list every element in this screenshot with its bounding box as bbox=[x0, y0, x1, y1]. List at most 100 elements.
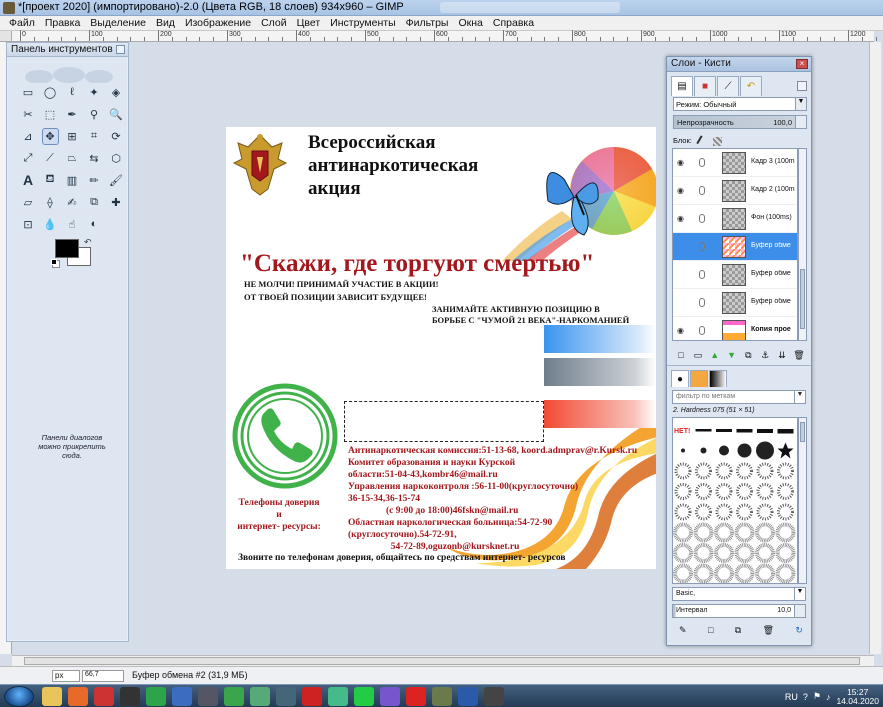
tool-button[interactable]: ✦ bbox=[83, 81, 105, 103]
clock[interactable]: 15:27 14.04.2020 bbox=[836, 687, 879, 706]
menu-item[interactable]: Правка bbox=[40, 16, 85, 29]
default-colors-icon[interactable] bbox=[51, 259, 57, 265]
brush-swatch[interactable] bbox=[755, 563, 775, 583]
brush-swatch[interactable] bbox=[714, 522, 734, 543]
brush-swatch[interactable] bbox=[736, 429, 753, 433]
tool-button[interactable]: ✒ bbox=[61, 103, 83, 125]
brush-swatch[interactable] bbox=[736, 483, 753, 500]
brush-tag-filter[interactable]: фильтр по меткам ▼ bbox=[672, 390, 806, 404]
scrollbar-thumb[interactable] bbox=[24, 657, 860, 665]
menu-item[interactable]: Выделение bbox=[85, 16, 151, 29]
menu-item[interactable]: Изображение bbox=[180, 16, 256, 29]
delete-brush-icon[interactable]: 🗑 bbox=[763, 625, 774, 636]
tab-patterns[interactable] bbox=[690, 370, 708, 387]
vm-app-icon[interactable] bbox=[276, 687, 296, 706]
brush-swatch[interactable] bbox=[695, 483, 712, 500]
brush-swatch[interactable] bbox=[775, 563, 796, 583]
brush-swatch[interactable] bbox=[695, 503, 712, 521]
visibility-eye-icon[interactable]: ◉ bbox=[677, 326, 688, 335]
brush-swatch[interactable] bbox=[715, 503, 733, 521]
new-brush-icon[interactable]: □ bbox=[708, 625, 713, 636]
brush-swatch[interactable] bbox=[734, 522, 755, 543]
brush-swatch[interactable] bbox=[756, 483, 774, 500]
chain-link-icon[interactable] bbox=[699, 242, 705, 251]
scrollbar-thumb[interactable] bbox=[800, 269, 805, 329]
tool-button[interactable]: ℓ bbox=[61, 81, 83, 103]
opacity-slider[interactable]: Непрозрачность 100,0 bbox=[673, 115, 807, 129]
start-button[interactable] bbox=[4, 686, 34, 707]
chain-link-icon[interactable] bbox=[699, 298, 705, 307]
brush-swatch[interactable] bbox=[719, 445, 729, 456]
brush-swatch[interactable] bbox=[777, 442, 794, 459]
brush-swatch[interactable] bbox=[674, 483, 692, 500]
brush-swatch[interactable] bbox=[695, 429, 712, 432]
visibility-eye-icon[interactable] bbox=[677, 242, 688, 250]
tab-menu-button[interactable] bbox=[797, 81, 807, 91]
merge-down-icon[interactable]: ⇊ bbox=[776, 349, 788, 361]
brush-swatch[interactable] bbox=[756, 503, 774, 521]
chain-link-icon[interactable] bbox=[699, 158, 705, 167]
tool-button[interactable]: 🖌 bbox=[105, 169, 127, 191]
brush-swatch[interactable] bbox=[777, 503, 794, 521]
brush-swatch[interactable] bbox=[674, 462, 692, 480]
dock-separator[interactable] bbox=[667, 365, 811, 369]
chain-link-icon[interactable] bbox=[699, 214, 705, 223]
yandex-icon[interactable] bbox=[406, 687, 426, 706]
tool-button[interactable]: ▥ bbox=[61, 169, 83, 191]
lock-pixels-icon[interactable] bbox=[696, 134, 709, 148]
visibility-eye-icon[interactable] bbox=[677, 270, 688, 278]
layer-name[interactable]: Кадр 3 (100m bbox=[751, 158, 797, 165]
visibility-eye-icon[interactable]: ◉ bbox=[677, 158, 688, 167]
chain-link-icon[interactable] bbox=[699, 186, 705, 195]
tool-button[interactable]: ⊞ bbox=[61, 125, 83, 147]
new-layer-group-icon[interactable]: ▭ bbox=[692, 349, 704, 361]
tab-brushes[interactable]: ● bbox=[671, 370, 689, 387]
tool-button[interactable]: ✚ bbox=[105, 191, 127, 213]
brush-swatch[interactable] bbox=[736, 503, 753, 521]
brush-thumbnails[interactable]: НЕТ! bbox=[673, 418, 797, 583]
zoom-select[interactable]: 66,7 bbox=[82, 670, 124, 682]
layer-row[interactable]: ◉ Копия прое bbox=[673, 317, 797, 340]
scrollbar-thumb[interactable] bbox=[800, 422, 805, 442]
language-indicator[interactable]: RU bbox=[785, 692, 798, 702]
visibility-eye-icon[interactable] bbox=[677, 298, 688, 306]
image-canvas[interactable]: Всероссийская антинаркотическая акция "С bbox=[226, 127, 656, 569]
opacity-spinner[interactable] bbox=[795, 116, 806, 128]
tool-button[interactable]: ▱ bbox=[17, 191, 39, 213]
ruler-corner[interactable] bbox=[0, 31, 12, 42]
chain-link-icon[interactable] bbox=[699, 326, 705, 335]
word-icon[interactable] bbox=[458, 687, 478, 706]
spacing-slider[interactable]: Интервал 10,0 bbox=[672, 604, 806, 618]
recording-app-icon[interactable] bbox=[302, 687, 322, 706]
horizontal-scrollbar[interactable] bbox=[12, 655, 874, 666]
menu-item[interactable]: Справка bbox=[488, 16, 539, 29]
layer-row[interactable]: Буфер обме bbox=[673, 261, 797, 289]
brush-swatch[interactable]: НЕТ! bbox=[674, 428, 690, 435]
visibility-eye-icon[interactable]: ◉ bbox=[677, 186, 688, 195]
brush-swatch[interactable] bbox=[777, 483, 794, 500]
layer-row[interactable]: Буфер обме bbox=[673, 233, 797, 261]
tool-button[interactable]: ✏ bbox=[83, 169, 105, 191]
chrome-icon[interactable] bbox=[328, 687, 348, 706]
network-app-icon[interactable] bbox=[172, 687, 192, 706]
menu-item[interactable]: Фильтры bbox=[401, 16, 454, 29]
layer-name[interactable]: Копия прое bbox=[751, 326, 797, 333]
brush-swatch[interactable] bbox=[693, 563, 714, 583]
menu-item[interactable]: Файл bbox=[4, 16, 40, 29]
tool-button[interactable]: ✍ bbox=[61, 191, 83, 213]
layer-row[interactable]: ◉ Фон (100ms) bbox=[673, 205, 797, 233]
refresh-brushes-icon[interactable]: ↻ bbox=[795, 625, 803, 636]
brush-grid-scrollbar[interactable] bbox=[798, 417, 807, 584]
tool-button[interactable]: ⊡ bbox=[17, 213, 39, 235]
player-icon[interactable] bbox=[484, 687, 504, 706]
tool-button[interactable]: ⚲ bbox=[83, 103, 105, 125]
selection-marquee[interactable] bbox=[344, 401, 544, 442]
office-app-icon[interactable] bbox=[224, 687, 244, 706]
brush-swatch[interactable] bbox=[756, 462, 774, 480]
layer-name[interactable]: Буфер обме bbox=[751, 298, 797, 305]
menu-item[interactable]: Слой bbox=[256, 16, 292, 29]
unit-select[interactable]: px bbox=[52, 670, 80, 682]
brush-swatch[interactable] bbox=[681, 448, 685, 453]
brush-swatch[interactable] bbox=[734, 563, 755, 583]
layer-row[interactable]: ◉ Кадр 2 (100m bbox=[673, 177, 797, 205]
